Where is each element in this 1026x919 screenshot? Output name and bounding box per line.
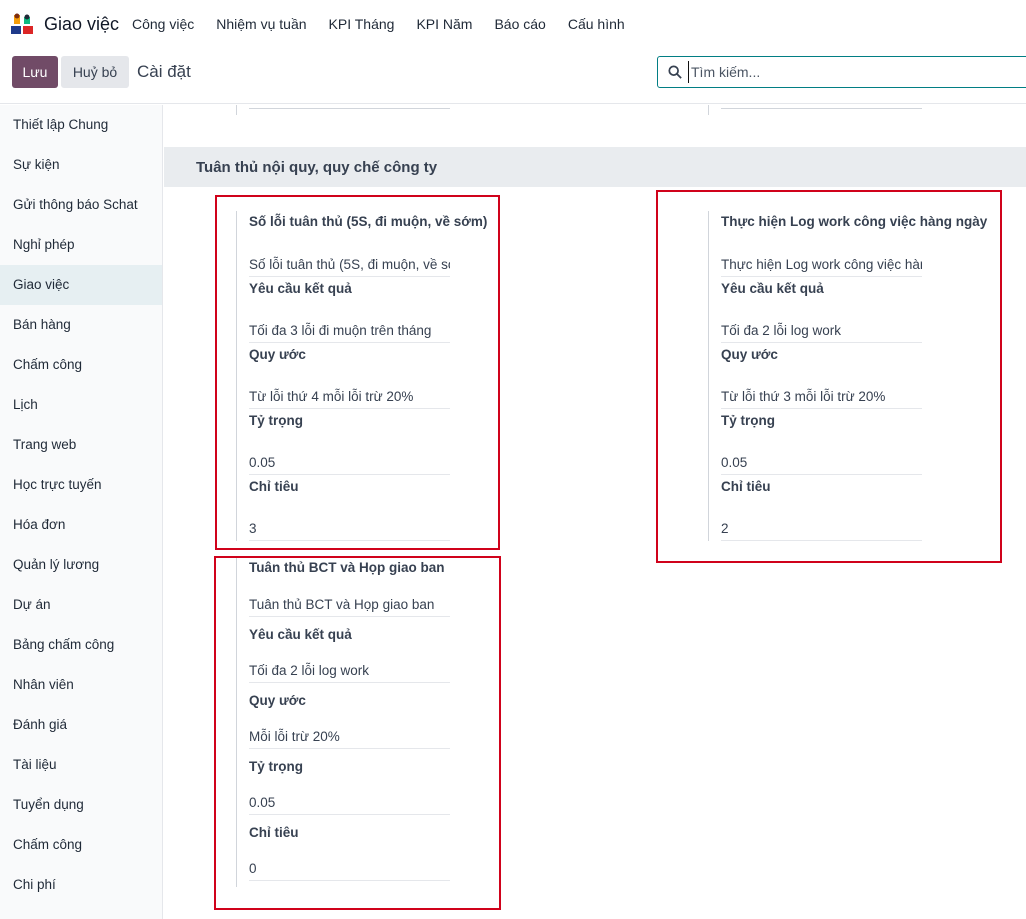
setting-block-log-work: Thực hiện Log work công việc hàng ngày T… [708,211,988,547]
weight-field[interactable]: 0.05 [249,453,450,475]
block-divider [236,211,237,541]
rule-field[interactable]: Từ lỗi thứ 4 mỗi lỗi trừ 20% [249,387,450,409]
sidebar-item[interactable]: Tuyển dụng [0,785,162,825]
app-name[interactable]: Giao việc [44,14,119,35]
rule-label: Quy ước [249,693,306,708]
breadcrumb: Cài đặt [137,62,191,81]
target-field[interactable]: 3 [249,519,450,541]
rule-label: Quy ước [249,347,306,362]
rule-field[interactable]: Từ lỗi thứ 3 mỗi lỗi trừ 20% [721,387,922,409]
sidebar-item[interactable]: Chấm công [0,825,162,865]
search-box[interactable] [657,56,1026,88]
block-divider [708,211,709,541]
result-field[interactable]: Tối đa 2 lỗi log work [721,321,922,343]
settings-sidebar: Thiết lập Chung Sự kiện Gửi thông báo Scha… [0,105,163,919]
control-panel: Lưu Huỷ bỏ Cài đặt [0,48,1026,104]
menu-item-kpi-nam[interactable]: KPI Năm [416,16,472,32]
sidebar-item[interactable]: Trang web [0,425,162,465]
weight-label: Tỷ trọng [249,759,303,774]
previous-field-underline [721,105,922,109]
sidebar-item[interactable]: Tài liệu [0,745,162,785]
weight-label: Tỷ trọng [249,413,303,428]
name-field[interactable]: Thực hiện Log work công việc hàng ngày [721,255,922,277]
discard-button[interactable]: Huỷ bỏ [61,56,129,88]
sidebar-item[interactable]: Nghỉ phép [0,225,162,265]
search-icon [668,65,682,79]
block-title: Số lỗi tuân thủ (5S, đi muộn, về sớm) [249,214,488,229]
weight-field[interactable]: 0.05 [721,453,922,475]
sidebar-item[interactable]: Bán hàng [0,305,162,345]
section-title: Tuân thủ nội quy, quy chế công ty [196,159,438,176]
sidebar-item[interactable]: Thiết lập Chung [0,105,162,145]
sidebar-item[interactable]: Bảng chấm công [0,625,162,665]
sidebar-item[interactable]: Lịch [0,385,162,425]
sidebar-item[interactable]: Đánh giá [0,705,162,745]
result-field[interactable]: Tối đa 2 lỗi log work [249,661,450,683]
target-field[interactable]: 0 [249,859,450,881]
menu-item-cau-hinh[interactable]: Cấu hình [568,16,625,32]
weight-field[interactable]: 0.05 [249,793,450,815]
name-field[interactable]: Số lỗi tuân thủ (5S, đi muộn, về sớm) [249,255,450,277]
sidebar-item[interactable]: Chấm công [0,345,162,385]
search-input[interactable] [688,61,1018,83]
sidebar-item[interactable]: Học trực tuyến [0,465,162,505]
weight-label: Tỷ trọng [721,413,775,428]
name-field[interactable]: Tuân thủ BCT và Họp giao ban [249,595,450,617]
block-title: Thực hiện Log work công việc hàng ngày [721,214,988,229]
rule-field[interactable]: Mỗi lỗi trừ 20% [249,727,450,749]
result-label: Yêu cầu kết quả [721,281,824,296]
menu-item-bao-cao[interactable]: Báo cáo [494,16,545,32]
target-field[interactable]: 2 [721,519,922,541]
save-button[interactable]: Lưu [12,56,58,88]
app-logo-icon[interactable] [10,12,34,36]
previous-field-divider [708,105,709,115]
block-divider [236,557,237,887]
setting-block-bct-meeting: Tuân thủ BCT và Họp giao ban Tuân thủ BC… [236,557,496,893]
main-menu: Công việc Nhiệm vụ tuần KPI Tháng KPI Nă… [132,16,647,32]
target-label: Chỉ tiêu [721,479,771,494]
sidebar-item[interactable]: Hóa đơn [0,505,162,545]
menu-item-cong-viec[interactable]: Công việc [132,16,194,32]
sidebar-item[interactable]: Giao việc [0,265,162,305]
setting-block-compliance-errors: Số lỗi tuân thủ (5S, đi muộn, về sớm) Số… [236,211,496,547]
result-field[interactable]: Tối đa 3 lỗi đi muộn trên tháng [249,321,450,343]
target-label: Chỉ tiêu [249,479,299,494]
menu-item-nhiem-vu-tuan[interactable]: Nhiệm vụ tuần [216,16,306,32]
sidebar-item[interactable]: Sự kiện [0,145,162,185]
menu-item-kpi-thang[interactable]: KPI Tháng [329,16,395,32]
block-title: Tuân thủ BCT và Họp giao ban [249,560,445,575]
settings-content: Tuân thủ nội quy, quy chế công ty Số lỗi… [164,105,1026,919]
previous-field-underline [249,105,450,109]
sidebar-item[interactable]: Chi phí [0,865,162,905]
previous-field-divider [236,105,237,115]
section-header: Tuân thủ nội quy, quy chế công ty [164,147,1026,187]
result-label: Yêu cầu kết quả [249,281,352,296]
sidebar-item[interactable]: Dự án [0,585,162,625]
sidebar-item[interactable]: Quản lý lương [0,545,162,585]
rule-label: Quy ước [721,347,778,362]
top-navbar: Giao việc Công việc Nhiệm vụ tuần KPI Th… [0,0,1026,48]
sidebar-item[interactable]: Nhân viên [0,665,162,705]
target-label: Chỉ tiêu [249,825,299,840]
result-label: Yêu cầu kết quả [249,627,352,642]
sidebar-item[interactable]: Gửi thông báo Schat [0,185,162,225]
